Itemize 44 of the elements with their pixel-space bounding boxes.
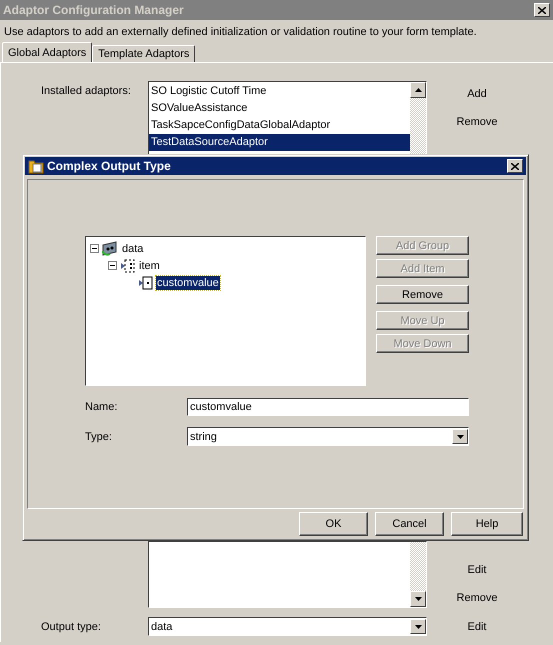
- database-icon: [102, 241, 118, 256]
- tab[interactable]: Template Adaptors: [92, 45, 196, 62]
- description-text: Use adaptors to add an externally defined initialization or validation routine to your form template.: [3, 25, 478, 40]
- down-arrow-icon: [456, 434, 464, 438]
- field-node-icon: [138, 276, 153, 290]
- schema-tree[interactable]: data item customvalue: [85, 236, 366, 386]
- minus-icon: [110, 263, 115, 268]
- window-title: Adaptor Configuration Manager: [3, 3, 185, 17]
- tree-item[interactable]: item: [138, 258, 161, 272]
- side-button[interactable]: Edit: [468, 619, 486, 635]
- field-label: Type:: [85, 430, 113, 442]
- side-button[interactable]: Edit: [468, 562, 486, 578]
- list-item[interactable]: TestDataSourceAdaptor: [149, 134, 410, 151]
- folder-icon: [28, 158, 44, 174]
- tab[interactable]: Global Adaptors: [2, 42, 92, 62]
- dialog-button[interactable]: OK: [299, 512, 368, 536]
- adaptor-list[interactable]: [148, 541, 427, 608]
- close-button[interactable]: [534, 3, 550, 17]
- down-arrow-icon: [414, 597, 422, 601]
- collapse-toggle[interactable]: [90, 244, 99, 253]
- up-arrow-icon: [414, 88, 422, 92]
- dialog-button[interactable]: Help: [451, 512, 523, 536]
- close-icon: [538, 6, 546, 14]
- item-node-icon: [120, 258, 135, 272]
- type-dropdown[interactable]: string: [187, 427, 469, 446]
- name-input[interactable]: customvalue: [187, 398, 469, 416]
- down-arrow-icon: [414, 624, 422, 628]
- side-button[interactable]: Remove: [456, 590, 498, 606]
- close-icon: [511, 162, 519, 170]
- output-type-dropdown[interactable]: data: [148, 617, 427, 636]
- close-button[interactable]: [507, 159, 523, 173]
- minus-icon: [92, 246, 97, 251]
- side-button[interactable]: Add: [467, 86, 487, 102]
- dialog-button[interactable]: Cancel: [375, 512, 444, 536]
- collapse-toggle[interactable]: [108, 261, 117, 270]
- field-label: Name:: [85, 401, 118, 413]
- field-label: Installed adaptors:: [41, 84, 132, 97]
- tree-action-button[interactable]: Remove: [376, 285, 469, 304]
- tree-item[interactable]: data: [121, 242, 144, 256]
- scroll-up-button[interactable]: [410, 82, 426, 98]
- side-button[interactable]: Remove: [456, 114, 498, 130]
- scroll-down-button[interactable]: [410, 591, 426, 607]
- field-label: Output type:: [41, 620, 102, 633]
- tree-item[interactable]: customvalue: [156, 276, 220, 290]
